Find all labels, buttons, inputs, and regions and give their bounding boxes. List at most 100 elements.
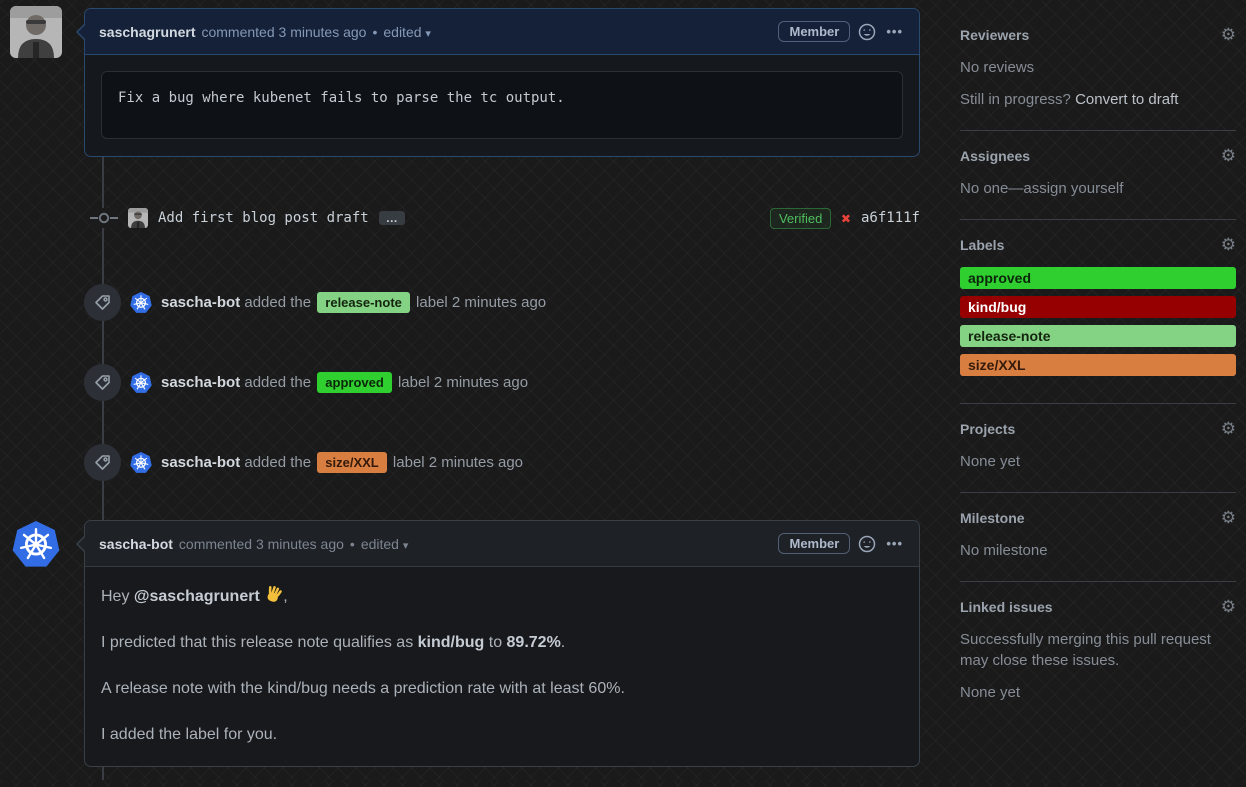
kubernetes-logo-icon — [130, 292, 152, 314]
sidebar-section-assignees: Assignees ⚙ No one—assign yourself — [960, 131, 1236, 220]
reviewers-empty-text: No reviews — [960, 57, 1236, 78]
member-badge: Member — [778, 21, 850, 42]
add-reaction-button[interactable] — [856, 21, 878, 43]
labels-title[interactable]: Labels — [960, 237, 1004, 253]
kebab-icon: ••• — [886, 24, 903, 39]
comment-options-button[interactable]: ••• — [884, 22, 905, 41]
event-text: sascha-bot added the size/XXL label 2 mi… — [161, 452, 523, 473]
event-circle — [84, 284, 121, 321]
sidebar-section-linked-issues: Linked issues ⚙ Successfully merging thi… — [960, 582, 1236, 723]
gear-icon: ⚙ — [1221, 419, 1236, 438]
linked-issues-settings-button[interactable]: ⚙ — [1221, 598, 1236, 615]
assignees-empty-text[interactable]: No one—assign yourself — [960, 178, 1236, 199]
convert-to-draft-row: Still in progress? Convert to draft — [960, 89, 1236, 110]
paragraph: Hey @saschagrunert , — [101, 585, 903, 609]
status-failed-icon[interactable]: ✖ — [841, 209, 851, 228]
sidebar-label[interactable]: approved — [960, 267, 1236, 289]
convert-to-draft-link[interactable]: Convert to draft — [1075, 91, 1178, 108]
assignees-title[interactable]: Assignees — [960, 148, 1030, 164]
add-reaction-button[interactable] — [856, 533, 878, 555]
linked-issues-title[interactable]: Linked issues — [960, 599, 1053, 615]
kebab-icon: ••• — [886, 536, 903, 551]
edited-dropdown[interactable]: edited ▾ — [361, 536, 409, 552]
label-event: sascha-bot added the approved label 2 mi… — [84, 364, 920, 401]
paragraph: I predicted that this release note quali… — [101, 631, 903, 655]
milestone-title[interactable]: Milestone — [960, 510, 1025, 526]
label-pill[interactable]: approved — [317, 372, 392, 393]
projects-empty-text: None yet — [960, 451, 1236, 472]
sidebar-section-reviewers: Reviewers ⚙ No reviews Still in progress… — [960, 10, 1236, 131]
event-circle — [84, 444, 121, 481]
kubernetes-logo-icon — [12, 521, 60, 569]
comment-saschagrunert: saschagrunert commented 3 minutes ago • … — [84, 8, 920, 157]
verified-badge[interactable]: Verified — [770, 208, 831, 229]
label-event: sascha-bot added the size/XXL label 2 mi… — [84, 444, 920, 481]
member-badge: Member — [778, 533, 850, 554]
actor-link[interactable]: sascha-bot — [161, 294, 240, 311]
milestone-settings-button[interactable]: ⚙ — [1221, 509, 1236, 526]
event-text: sascha-bot added the approved label 2 mi… — [161, 372, 528, 393]
smiley-icon — [858, 535, 876, 553]
linked-issues-empty-text: None yet — [960, 682, 1236, 703]
linked-issues-description: Successfully merging this pull request m… — [960, 629, 1236, 671]
paragraph: I added the label for you. — [101, 723, 903, 747]
sidebar-label[interactable]: size/XXL — [960, 354, 1236, 376]
sascha-bot-avatar[interactable] — [130, 452, 152, 474]
portrait-image-small — [128, 208, 148, 228]
sascha-bot-avatar[interactable] — [130, 372, 152, 394]
sidebar-section-milestone: Milestone ⚙ No milestone — [960, 493, 1236, 582]
gear-icon: ⚙ — [1221, 508, 1236, 527]
event-text: sascha-bot added the release-note label … — [161, 292, 546, 313]
projects-settings-button[interactable]: ⚙ — [1221, 420, 1236, 437]
portrait-image — [10, 6, 62, 58]
kubernetes-logo-icon — [130, 452, 152, 474]
labels-settings-button[interactable]: ⚙ — [1221, 236, 1236, 253]
tag-icon — [94, 294, 111, 311]
gear-icon: ⚙ — [1221, 597, 1236, 616]
commit-expand-button[interactable]: … — [379, 211, 405, 225]
reviewers-title[interactable]: Reviewers — [960, 27, 1029, 43]
actor-link[interactable]: sascha-bot — [161, 374, 240, 391]
commit-sha-link[interactable]: a6f111f — [861, 210, 920, 226]
gear-icon: ⚙ — [1221, 235, 1236, 254]
kubernetes-logo-icon — [130, 372, 152, 394]
sidebar-section-projects: Projects ⚙ None yet — [960, 404, 1236, 493]
comment-meta: commented 3 minutes ago — [179, 536, 344, 552]
mention-link[interactable]: @saschagrunert — [134, 588, 260, 605]
commit-event: Add first blog post draft … Verified ✖ a… — [84, 203, 920, 233]
chevron-down-icon: ▾ — [425, 28, 431, 40]
comment-caret — [76, 23, 85, 41]
assignees-settings-button[interactable]: ⚙ — [1221, 147, 1236, 164]
comment-meta: commented 3 minutes ago — [201, 24, 366, 40]
author-link[interactable]: sascha-bot — [99, 536, 173, 552]
actor-link[interactable]: sascha-bot — [161, 454, 240, 471]
code-block: Fix a bug where kubenet fails to parse t… — [101, 71, 903, 139]
sascha-bot-avatar-large[interactable] — [12, 521, 60, 569]
gear-icon: ⚙ — [1221, 25, 1236, 44]
author-link[interactable]: saschagrunert — [99, 24, 195, 40]
commit-author-avatar[interactable] — [128, 208, 148, 228]
sidebar: Reviewers ⚙ No reviews Still in progress… — [960, 10, 1236, 723]
label-pill[interactable]: size/XXL — [317, 452, 386, 473]
sidebar-label[interactable]: release-note — [960, 325, 1236, 347]
comment-sascha-bot: sascha-bot commented 3 minutes ago • edi… — [84, 520, 920, 767]
smiley-icon — [858, 23, 876, 41]
wave-emoji — [264, 585, 283, 604]
saschagrunert-avatar[interactable] — [10, 6, 62, 58]
comment-options-button[interactable]: ••• — [884, 534, 905, 553]
sidebar-section-labels: Labels ⚙ approved kind/bug release-note … — [960, 220, 1236, 404]
git-commit-icon — [90, 208, 118, 228]
sascha-bot-avatar[interactable] — [130, 292, 152, 314]
commit-message-link[interactable]: Add first blog post draft — [158, 210, 369, 226]
label-pill[interactable]: release-note — [317, 292, 410, 313]
comment-body: Hey @saschagrunert , I predicted that th… — [85, 567, 919, 787]
projects-title[interactable]: Projects — [960, 421, 1015, 437]
label-event: sascha-bot added the release-note label … — [84, 284, 920, 321]
dot-separator: • — [372, 24, 377, 40]
edited-dropdown[interactable]: edited ▾ — [383, 24, 431, 40]
reviewers-settings-button[interactable]: ⚙ — [1221, 26, 1236, 43]
comment-body: Fix a bug where kubenet fails to parse t… — [85, 55, 919, 155]
gear-icon: ⚙ — [1221, 146, 1236, 165]
sidebar-label[interactable]: kind/bug — [960, 296, 1236, 318]
comment-header: sascha-bot commented 3 minutes ago • edi… — [85, 521, 919, 567]
